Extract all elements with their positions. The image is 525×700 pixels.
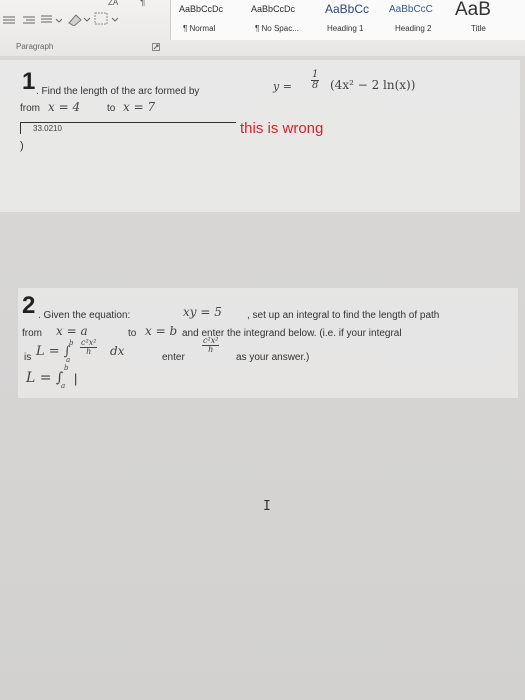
show-formatting-icon[interactable]: ¶ <box>140 0 145 8</box>
question-1-equation-lhs: y = <box>273 80 292 93</box>
to-equation-2: x = b <box>145 324 178 338</box>
align-right-icon[interactable] <box>22 16 36 26</box>
style-normal[interactable]: AaBbCcDc ¶ Normal <box>179 0 249 40</box>
is-label: is <box>24 352 32 363</box>
style-name: Title <box>471 24 486 33</box>
question-1-number: 1 <box>22 68 36 95</box>
integral-upper-limit: b <box>69 339 74 347</box>
style-preview: AaBbCcDc <box>179 4 224 14</box>
style-no-spacing[interactable]: AaBbCcDc ¶ No Spac... <box>251 0 323 40</box>
expected-denominator: h <box>208 345 214 354</box>
from-label-2: from <box>22 328 42 339</box>
to-label-2: to <box>128 328 137 339</box>
from-label: from <box>20 103 40 114</box>
paragraph-tools: ZA ¶ <box>0 0 168 40</box>
dx-symbol: dx <box>110 344 125 358</box>
style-name: ¶ Normal <box>183 24 216 33</box>
sort-icon-label: ZA <box>108 0 119 7</box>
integrand-denominator: h <box>86 347 92 356</box>
style-preview: AaBbCc <box>325 2 370 16</box>
answer-integral-lhs: L = ∫ <box>26 370 64 386</box>
to-equation: x = 7 <box>123 100 156 114</box>
question-1-equation-rhs: (4x² − 2 ln(x)) <box>330 78 416 92</box>
fraction-denominator: 8 <box>312 80 319 91</box>
shading-icon[interactable] <box>66 12 92 26</box>
answer-lower-limit: a <box>61 382 66 390</box>
style-preview: AaBbCcC <box>389 4 433 15</box>
style-title[interactable]: AaB Title <box>455 0 525 40</box>
document-page[interactable]: 1 . Find the length of the arc formed by… <box>0 56 525 700</box>
answer-integral-input[interactable]: L = ∫ b a | <box>26 364 106 390</box>
answer-upper-limit: b <box>64 364 69 372</box>
question-1-text: . Find the length of the arc formed by <box>36 86 200 97</box>
answer-value: 33.0210 <box>33 124 62 133</box>
question-1-fraction: 1 8 <box>311 70 320 91</box>
enter-label: enter <box>162 352 185 363</box>
align-justify-icon[interactable] <box>2 16 16 26</box>
feedback-message: this is wrong <box>240 120 324 137</box>
paragraph-group-label: Paragraph <box>16 42 54 51</box>
style-name: Heading 2 <box>395 24 432 33</box>
to-label: to <box>107 103 116 114</box>
integral-lower-limit: a <box>66 356 71 364</box>
example-integrand: c²x² h <box>80 339 98 356</box>
from-equation-2: x = a <box>56 324 88 338</box>
question-2-text-b: , set up an integral to find the length … <box>247 310 440 321</box>
as-answer-text: as your answer.) <box>236 352 310 363</box>
from-equation: x = 4 <box>48 100 81 114</box>
question-2-equation: xy = 5 <box>183 305 222 319</box>
ribbon: ZA ¶ AaBbCcDc ¶ Normal AaBbCcDc ¶ No Spa… <box>0 0 525 57</box>
line-spacing-icon[interactable] <box>40 14 62 26</box>
question-2-number: 2 <box>22 292 36 319</box>
answer-input[interactable]: 33.0210 <box>20 122 236 134</box>
style-preview: AaB <box>455 0 491 20</box>
pilcrow-icon: ¶ <box>140 0 146 8</box>
sort-icon[interactable]: ZA <box>108 0 118 7</box>
style-heading-1[interactable]: AaBbCc Heading 1 <box>325 0 389 40</box>
style-name: Heading 1 <box>327 24 364 33</box>
styles-gallery: AaBbCcDc ¶ Normal AaBbCcDc ¶ No Spac... … <box>170 0 525 40</box>
expected-answer-example: c²x² h <box>202 337 220 354</box>
dialog-launcher-icon[interactable] <box>152 43 160 51</box>
closing-paren: ) <box>20 140 24 152</box>
style-preview: AaBbCcDc <box>251 4 296 14</box>
style-heading-2[interactable]: AaBbCcC Heading 2 <box>389 0 455 40</box>
style-name: ¶ No Spac... <box>255 24 299 33</box>
borders-icon[interactable] <box>94 12 120 26</box>
text-caret: | <box>74 371 78 386</box>
question-2-text-a: . Given the equation: <box>38 310 131 321</box>
ibeam-cursor-icon: I <box>263 499 271 514</box>
